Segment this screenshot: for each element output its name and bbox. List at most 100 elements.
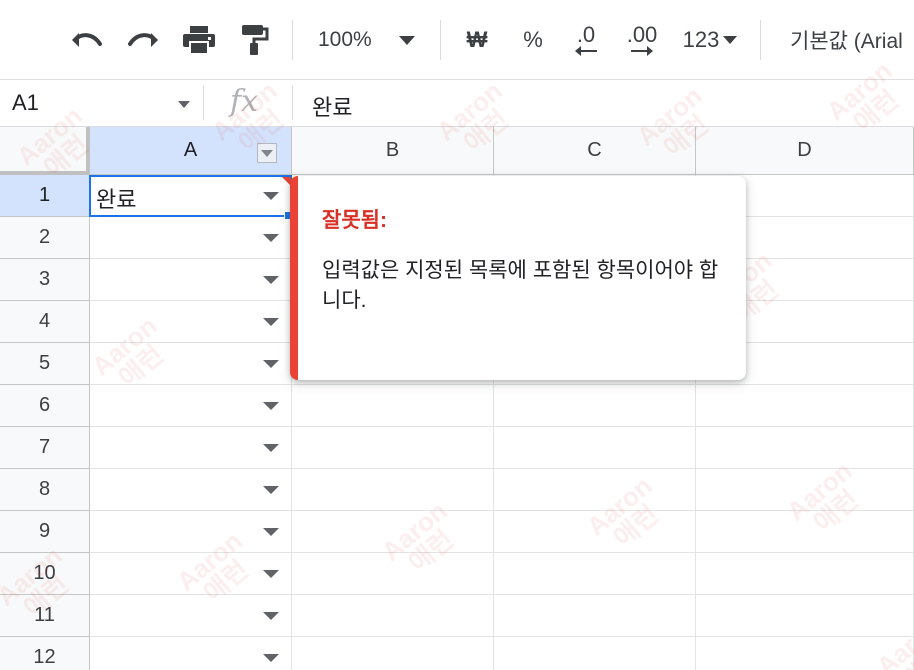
cell-c8[interactable] xyxy=(494,469,696,511)
cell-b12[interactable] xyxy=(292,637,494,670)
formula-bar: A1 fx 완료 xyxy=(0,80,914,127)
chevron-down-icon xyxy=(398,35,415,45)
cell-d10[interactable] xyxy=(696,553,914,595)
column-header-label: A xyxy=(183,139,198,161)
cell-c12[interactable] xyxy=(494,637,696,670)
chevron-down-icon[interactable] xyxy=(178,101,190,108)
cell-a3[interactable] xyxy=(90,259,292,301)
toolbar-separator xyxy=(760,20,761,60)
row-header-3[interactable]: 3 xyxy=(0,259,90,301)
more-formats-button[interactable]: 123 xyxy=(676,22,744,58)
formula-input[interactable]: 완료 xyxy=(312,90,352,122)
row-header-label: 3 xyxy=(38,268,51,290)
row-header-6[interactable]: 6 xyxy=(0,385,90,427)
decrease-decimal-button[interactable]: .0 xyxy=(566,22,606,58)
dropdown-chevron-icon[interactable] xyxy=(263,234,279,242)
toolbar-separator xyxy=(440,20,441,60)
dropdown-chevron-icon[interactable] xyxy=(263,318,279,326)
cell-d12[interactable] xyxy=(696,637,914,670)
formula-separator xyxy=(203,86,204,120)
popup-title: 잘못됨: xyxy=(322,209,387,232)
cell-b11[interactable] xyxy=(292,595,494,637)
cell-c11[interactable] xyxy=(494,595,696,637)
dropdown-chevron-icon[interactable] xyxy=(263,402,279,410)
active-cell-border xyxy=(89,175,292,217)
percent-format-button[interactable]: % xyxy=(518,22,548,58)
cell-b8[interactable] xyxy=(292,469,494,511)
arrow-left-icon xyxy=(575,46,597,56)
won-icon: ₩ xyxy=(466,27,488,52)
print-button[interactable] xyxy=(178,22,220,58)
cell-a12[interactable] xyxy=(90,637,292,670)
cell-a6[interactable] xyxy=(90,385,292,427)
row-header-4[interactable]: 4 xyxy=(0,301,90,343)
cell-c7[interactable] xyxy=(494,427,696,469)
chevron-down-icon xyxy=(723,36,738,44)
column-header-b[interactable]: B xyxy=(292,127,494,175)
column-header-a[interactable]: A xyxy=(90,127,292,175)
redo-button[interactable] xyxy=(124,22,164,58)
cell-d9[interactable] xyxy=(696,511,914,553)
cell-a7[interactable] xyxy=(90,427,292,469)
validation-error-popup: 잘못됨: 입력값은 지정된 목록에 포함된 항목이어야 합니다. xyxy=(290,176,746,380)
dropdown-chevron-icon[interactable] xyxy=(263,486,279,494)
dropdown-chevron-icon[interactable] xyxy=(263,360,279,368)
row-header-9[interactable]: 9 xyxy=(0,511,90,553)
row-header-label: 5 xyxy=(38,352,51,374)
font-name: 기본값 (Arial xyxy=(790,30,903,53)
row-header-1[interactable]: 1 xyxy=(0,175,90,217)
dropdown-chevron-icon[interactable] xyxy=(263,612,279,620)
increase-decimal-button[interactable]: .00 xyxy=(620,22,664,58)
row-header-12[interactable]: 12 xyxy=(0,637,90,670)
row-header-label: 6 xyxy=(38,394,51,416)
row-header-7[interactable]: 7 xyxy=(0,427,90,469)
row-header-label: 10 xyxy=(33,562,56,584)
paint-format-button[interactable] xyxy=(236,22,274,58)
cell-a10[interactable] xyxy=(90,553,292,595)
cell-a11[interactable] xyxy=(90,595,292,637)
formula-separator xyxy=(292,86,293,120)
cell-a2[interactable] xyxy=(90,217,292,259)
cell-d8[interactable] xyxy=(696,469,914,511)
name-box[interactable]: A1 xyxy=(12,90,39,116)
currency-format-button[interactable]: ₩ xyxy=(462,22,492,58)
dropdown-chevron-icon[interactable] xyxy=(263,528,279,536)
cell-a9[interactable] xyxy=(90,511,292,553)
cell-b6[interactable] xyxy=(292,385,494,427)
chevron-down-icon xyxy=(261,149,273,157)
column-header-label: B xyxy=(385,139,400,161)
cell-c10[interactable] xyxy=(494,553,696,595)
cell-a8[interactable] xyxy=(90,469,292,511)
percent-icon: % xyxy=(523,27,543,52)
font-select[interactable]: 기본값 (Arial xyxy=(790,22,914,58)
toolbar: 100% ₩ % .0 .00 123 기본값 (Arial xyxy=(0,0,914,80)
toolbar-separator xyxy=(292,20,293,60)
cell-a4[interactable] xyxy=(90,301,292,343)
dropdown-chevron-icon[interactable] xyxy=(263,276,279,284)
dropdown-chevron-icon[interactable] xyxy=(263,444,279,452)
cell-d6[interactable] xyxy=(696,385,914,427)
row-header-2[interactable]: 2 xyxy=(0,217,90,259)
column-header-label: C xyxy=(587,139,602,161)
column-header-d[interactable]: D xyxy=(696,127,914,175)
cell-b10[interactable] xyxy=(292,553,494,595)
zoom-select[interactable]: 100% xyxy=(318,22,438,58)
cell-c9[interactable] xyxy=(494,511,696,553)
cell-d11[interactable] xyxy=(696,595,914,637)
row-header-10[interactable]: 10 xyxy=(0,553,90,595)
cell-a5[interactable] xyxy=(90,343,292,385)
column-header-c[interactable]: C xyxy=(494,127,696,175)
dropdown-chevron-icon[interactable] xyxy=(263,654,279,662)
dropdown-chevron-icon[interactable] xyxy=(263,570,279,578)
undo-button[interactable] xyxy=(66,22,106,58)
row-header-11[interactable]: 11 xyxy=(0,595,90,637)
cell-c6[interactable] xyxy=(494,385,696,427)
cell-b7[interactable] xyxy=(292,427,494,469)
row-header-8[interactable]: 8 xyxy=(0,469,90,511)
cell-b9[interactable] xyxy=(292,511,494,553)
select-all-corner[interactable] xyxy=(0,127,90,175)
cell-d7[interactable] xyxy=(696,427,914,469)
column-menu-button[interactable] xyxy=(257,143,277,163)
row-header-label: 1 xyxy=(38,184,51,206)
row-header-5[interactable]: 5 xyxy=(0,343,90,385)
